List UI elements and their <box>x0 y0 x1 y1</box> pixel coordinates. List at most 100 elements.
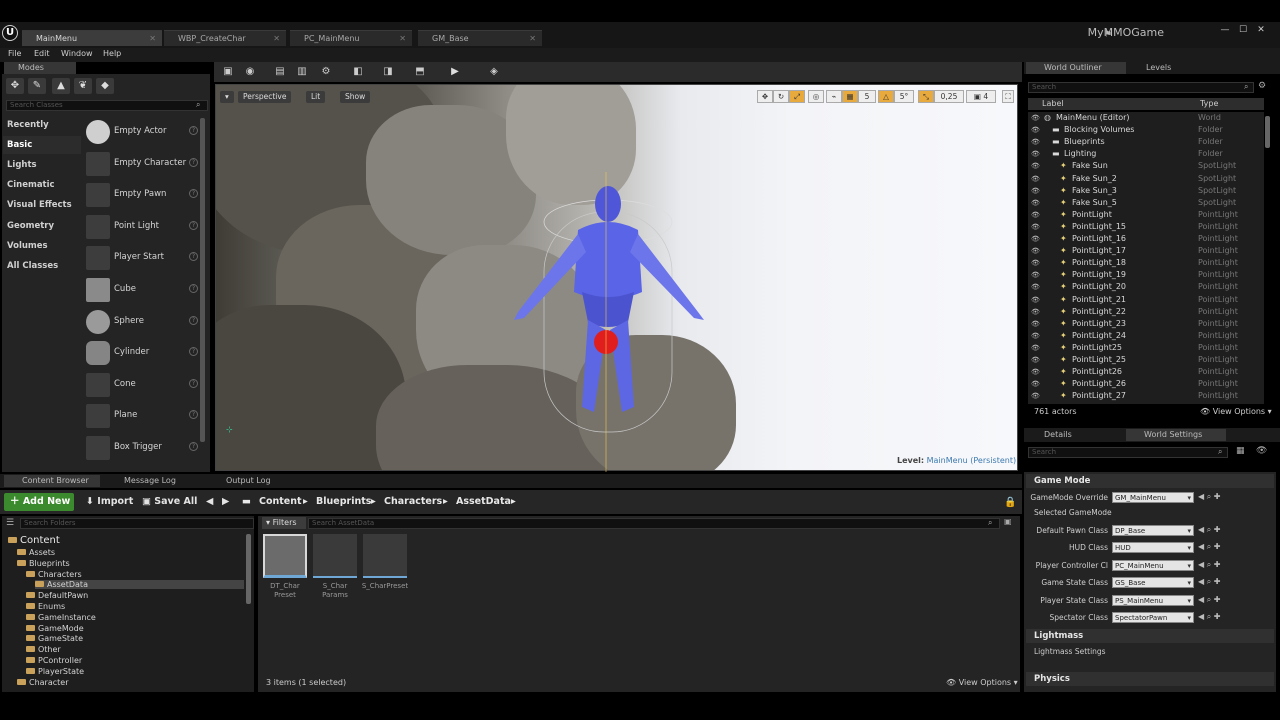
outliner-row[interactable]: 👁 ✦ PointLight_26 PointLight <box>1028 378 1264 390</box>
tab-details[interactable]: Details <box>1026 429 1124 441</box>
class-empty-pawn[interactable]: Empty Pawn? <box>84 181 200 209</box>
outliner-row[interactable]: 👁 ▬ Blueprints Folder <box>1028 136 1264 148</box>
modes-tab[interactable]: Modes <box>4 62 76 74</box>
menu-file[interactable]: File <box>8 49 21 58</box>
outliner-scrollbar[interactable] <box>1265 116 1270 148</box>
visibility-eye-icon[interactable]: 👁 <box>1031 221 1040 233</box>
scale-icon[interactable]: ⤢ <box>789 90 805 103</box>
tab-content-browser[interactable]: Content Browser <box>4 475 100 487</box>
grid-size-value[interactable]: 5 <box>858 90 876 103</box>
grid-snap-icon[interactable]: ▦ <box>842 90 858 103</box>
help-icon[interactable]: ? <box>189 126 198 135</box>
lit-button[interactable]: Lit <box>306 91 326 103</box>
sources-toggle-icon[interactable]: ☰ <box>6 518 14 528</box>
save-all-button[interactable]: ▣ Save All <box>142 496 197 507</box>
source-control-icon[interactable]: ◉ <box>242 64 258 79</box>
visibility-eye-icon[interactable]: 👁 <box>1031 173 1040 185</box>
menu-edit[interactable]: Edit <box>34 49 50 58</box>
tab-gm-base[interactable]: GM_Base ✕ <box>418 30 542 46</box>
class-player-start[interactable]: Player Start? <box>84 244 200 272</box>
help-icon[interactable]: ? <box>189 379 198 388</box>
help-icon[interactable]: ? <box>189 158 198 167</box>
property-actions-icon[interactable]: ◀ ⌕ ✚ <box>1198 542 1220 552</box>
visibility-eye-icon[interactable]: 👁 <box>1031 233 1040 245</box>
outliner-row[interactable]: 👁 ✦ PointLight_17 PointLight <box>1028 245 1264 257</box>
category-recently-placed[interactable]: Recently Placed <box>3 116 81 148</box>
blueprints-icon[interactable]: ◧ <box>350 64 366 79</box>
property-matrix-icon[interactable]: ▦ <box>1236 446 1245 456</box>
tab-mainmenu[interactable]: MainMenu ✕ <box>22 30 162 46</box>
folder-tree-scrollbar[interactable] <box>246 534 251 604</box>
menu-window[interactable]: Window <box>61 49 93 58</box>
tab-message-log[interactable]: Message Log <box>106 475 202 487</box>
breadcrumb-blueprints[interactable]: Blueprints <box>316 496 371 507</box>
folder-tree-item[interactable]: Other <box>26 645 61 654</box>
rotation-snap-value[interactable]: 5° <box>894 90 914 103</box>
settings-icon[interactable]: ⚙ <box>318 64 334 79</box>
col-type[interactable]: Type <box>1200 98 1218 110</box>
folder-tree-item[interactable]: GameMode <box>26 624 84 633</box>
visibility-eye-icon[interactable]: 👁 <box>1031 294 1040 306</box>
outliner-row[interactable]: 👁 ✦ Fake Sun_3 SpotLight <box>1028 185 1264 197</box>
visibility-eye-icon[interactable]: 👁 <box>1031 136 1040 148</box>
breadcrumb-content[interactable]: Content <box>259 496 302 507</box>
geometry-mode-icon[interactable]: ◆ <box>96 78 114 94</box>
cinematics-icon[interactable]: ◨ <box>380 64 396 79</box>
tab-world-outliner[interactable]: World Outliner <box>1026 62 1126 74</box>
property-actions-icon[interactable]: ◀ ⌕ ✚ <box>1198 595 1220 605</box>
visibility-eye-icon[interactable]: 👁 <box>1031 306 1040 318</box>
place-mode-icon[interactable]: ✥ <box>6 78 24 94</box>
menu-help[interactable]: Help <box>103 49 121 58</box>
outliner-row[interactable]: 👁 ✦ PointLight26 PointLight <box>1028 366 1264 378</box>
outliner-row[interactable]: 👁 ✦ Fake Sun_2 SpotLight <box>1028 173 1264 185</box>
visibility-icon[interactable]: 👁 <box>1256 446 1267 456</box>
search-classes-input[interactable]: Search Classes <box>6 100 208 111</box>
save-icon[interactable]: ▣ <box>220 64 236 79</box>
property-actions-icon[interactable]: ◀ ⌕ ✚ <box>1198 525 1220 535</box>
folder-tree-item[interactable]: Assets <box>17 548 55 557</box>
scale-snap-icon[interactable]: ⤡ <box>918 90 934 103</box>
content-icon[interactable]: ▤ <box>272 64 288 79</box>
visibility-eye-icon[interactable]: 👁 <box>1031 378 1040 390</box>
folder-tree-item[interactable]: GameInstance <box>26 613 96 622</box>
foliage-mode-icon[interactable]: ❦ <box>74 78 92 94</box>
folder-tree-item[interactable]: Blueprints <box>17 559 70 568</box>
add-new-button[interactable]: ＋ Add New ▾ <box>4 493 74 525</box>
tab-levels[interactable]: Levels <box>1128 62 1208 74</box>
class-empty-actor[interactable]: Empty Actor? <box>84 118 200 146</box>
section-lightmass[interactable]: Lightmass <box>1026 629 1274 643</box>
property-dropdown[interactable]: GM_MainMenu <box>1112 492 1194 504</box>
folder-tree-item[interactable]: PlayerState <box>26 667 84 676</box>
visibility-eye-icon[interactable]: 👁 <box>1031 160 1040 172</box>
category-basic[interactable]: Basic <box>3 136 81 154</box>
outliner-row[interactable]: 👁 ✦ PointLight_22 PointLight <box>1028 306 1264 318</box>
maximize-button[interactable]: ☐ <box>1236 24 1250 36</box>
visibility-eye-icon[interactable]: 👁 <box>1031 185 1040 197</box>
translate-icon[interactable]: ✥ <box>757 90 773 103</box>
asset-tile[interactable]: S_CharPreset <box>362 534 408 598</box>
outliner-row[interactable]: 👁 ▬ Blocking Volumes Folder <box>1028 124 1264 136</box>
outliner-row[interactable]: 👁 ✦ PointLight_20 PointLight <box>1028 281 1264 293</box>
property-dropdown[interactable]: DP_Base <box>1112 525 1194 537</box>
visibility-eye-icon[interactable]: 👁 <box>1031 197 1040 209</box>
outliner-row[interactable]: 👁 ✦ Fake Sun SpotLight <box>1028 160 1264 172</box>
visibility-eye-icon[interactable]: 👁 <box>1031 354 1040 366</box>
property-dropdown[interactable]: HUD <box>1112 542 1194 554</box>
viewport-options-button[interactable]: ▾ <box>220 91 234 103</box>
outliner-list[interactable]: 👁 ◍ MainMenu (Editor) World 👁 ▬ Blocking Volum… <box>1028 112 1264 404</box>
close-icon[interactable]: ✕ <box>273 31 280 47</box>
help-icon[interactable]: ? <box>189 189 198 198</box>
property-actions-icon[interactable]: ◀ ⌕ ✚ <box>1198 577 1220 587</box>
outliner-row[interactable]: 👁 ✦ PointLight_16 PointLight <box>1028 233 1264 245</box>
folder-tree-item[interactable]: PController <box>26 656 82 665</box>
minimize-button[interactable]: — <box>1218 24 1232 36</box>
visibility-eye-icon[interactable]: 👁 <box>1031 366 1040 378</box>
asset-tile[interactable]: DT_Char Preset <box>263 534 307 599</box>
play-icon[interactable]: ▶ <box>447 64 463 79</box>
help-icon[interactable]: ? <box>189 347 198 356</box>
unreal-logo-icon[interactable]: U <box>2 25 18 41</box>
asset-tile[interactable]: S_Char Params <box>313 534 357 599</box>
property-actions-icon[interactable]: ◀ ⌕ ✚ <box>1198 492 1220 502</box>
rotate-icon[interactable]: ↻ <box>773 90 789 103</box>
show-button[interactable]: Show <box>340 91 371 103</box>
